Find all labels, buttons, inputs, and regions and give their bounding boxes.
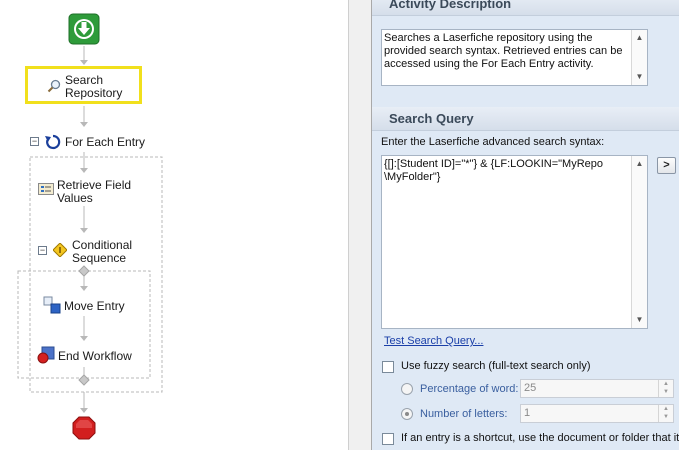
search-query-title: Search Query — [389, 111, 474, 126]
number-of-letters-label: Number of letters: — [420, 408, 508, 420]
retrieve-field-values-label-line2: Values — [57, 191, 93, 205]
magnifier-icon — [47, 79, 61, 93]
test-search-query-link[interactable]: Test Search Query... — [384, 335, 483, 347]
letters-value: 1 — [524, 407, 531, 419]
number-of-letters-radio[interactable] — [401, 408, 413, 420]
query-scrollbar[interactable]: ▲ ▼ — [631, 156, 647, 328]
search-query-textbox[interactable]: {[]:[Student ID]="*"} & {LF:LOOKIN="MyRe… — [381, 155, 648, 329]
activity-description-textbox[interactable]: Searches a Laserfiche repository using t… — [381, 29, 648, 86]
shortcut-checkbox[interactable] — [382, 433, 394, 445]
collapse-toggle-for-each[interactable]: − — [30, 137, 39, 146]
activity-move-entry[interactable]: Move Entry — [43, 296, 153, 314]
activity-for-each-entry[interactable]: − For Each Entry — [30, 134, 150, 150]
search-query-line2: \MyFolder"} — [384, 171, 441, 183]
activity-description-header[interactable]: Activity Description — [372, 0, 679, 16]
stop-node[interactable] — [72, 416, 96, 440]
expand-query-button[interactable]: > — [657, 157, 676, 174]
green-down-arrow-icon — [68, 13, 100, 45]
percentage-of-word-radio[interactable] — [401, 383, 413, 395]
scroll-up-arrow-icon[interactable]: ▲ — [632, 156, 647, 172]
search-query-header[interactable]: Search Query — [372, 107, 679, 131]
end-workflow-icon — [37, 346, 55, 364]
workflow-designer-canvas[interactable]: Search Repository − For Each Entry Retri… — [0, 0, 348, 450]
search-repository-label-line2: Repository — [65, 86, 123, 100]
percentage-value: 25 — [524, 382, 537, 394]
percentage-of-word-label: Percentage of word: — [420, 383, 519, 395]
conditional-sequence-label-line2: Sequence — [72, 251, 127, 265]
percentage-of-word-spinner[interactable]: 25 ▲ ▼ — [520, 379, 674, 398]
scroll-down-arrow-icon[interactable]: ▼ — [632, 312, 647, 328]
activity-retrieve-field-values[interactable]: Retrieve Field Values — [36, 176, 156, 206]
scroll-up-arrow-icon[interactable]: ▲ — [632, 30, 647, 46]
shortcut-label: If an entry is a shortcut, use the docum… — [401, 432, 679, 444]
field-list-icon — [38, 183, 54, 195]
activity-search-repository[interactable]: Search Repository — [28, 69, 139, 101]
search-query-line1: {[]:[Student ID]="*"} & {LF:LOOKIN="MyRe… — [384, 158, 603, 170]
loop-icon — [45, 134, 61, 150]
activity-description-text: Searches a Laserfiche repository using t… — [384, 32, 623, 70]
fuzzy-search-label: Use fuzzy search (full-text search only) — [401, 360, 591, 372]
diamond-condition-icon — [53, 243, 67, 257]
collapse-toggle-conditional[interactable]: − — [38, 246, 47, 255]
activity-description-title: Activity Description — [389, 0, 512, 11]
pane-splitter[interactable] — [348, 0, 371, 450]
spinner-buttons[interactable]: ▲ ▼ — [658, 380, 673, 397]
for-each-entry-label: For Each Entry — [65, 135, 146, 149]
description-scrollbar[interactable]: ▲ ▼ — [631, 30, 647, 85]
number-of-letters-spinner[interactable]: 1 ▲ ▼ — [520, 404, 674, 423]
start-node[interactable] — [68, 13, 100, 45]
scroll-down-arrow-icon[interactable]: ▼ — [632, 69, 647, 85]
activity-end-workflow[interactable]: End Workflow — [37, 346, 147, 364]
fuzzy-search-checkbox[interactable] — [382, 361, 394, 373]
spinner-buttons[interactable]: ▲ ▼ — [658, 405, 673, 422]
red-octagon-stop-icon — [72, 416, 96, 440]
move-entry-icon — [43, 296, 61, 314]
properties-pane: Activity Description Searches a Laserfic… — [372, 0, 679, 450]
move-entry-label: Move Entry — [64, 299, 125, 313]
activity-conditional-sequence[interactable]: − Conditional Sequence — [38, 236, 158, 266]
search-syntax-prompt: Enter the Laserfiche advanced search syn… — [381, 136, 605, 148]
end-workflow-label: End Workflow — [58, 349, 132, 363]
